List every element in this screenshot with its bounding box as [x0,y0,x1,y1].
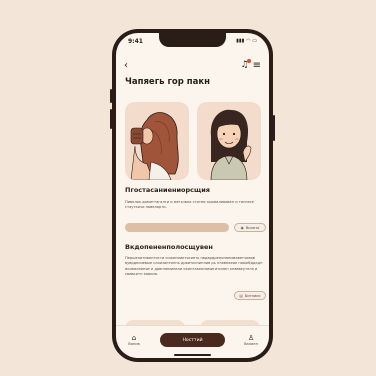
illustration-card-left[interactable] [125,102,189,180]
section-title: Пгостасаниениорсщия [125,186,210,194]
menu-icon[interactable]: ≡ [253,60,261,71]
illustration-card-right[interactable] [197,102,261,180]
signal-icon: ▮▮▮ [236,38,245,44]
smiling-woman-illustration [210,109,252,180]
status-time: 9:41 [128,37,143,45]
status-bar: 9:41 ▮▮▮ ◠ ▭ [128,36,257,46]
volume-button [110,109,112,129]
section-text: Пивелок домиттагалти и метьзвна стотеи о… [125,200,254,210]
section-title: Вкдопененполосщувен [125,243,213,251]
nav-home-label: Вонив [128,342,140,346]
nav-profile-label: Валиен [244,342,258,346]
battery-icon: ▭ [252,38,257,44]
section2-button[interactable]: ▤ Битлиис [234,291,266,300]
progress-pill [125,223,229,232]
section2-button-label: Битлиис [244,293,261,298]
woman-hair-illustration [130,112,179,180]
primary-action-button[interactable]: Носттий [160,333,225,347]
status-icons: ▮▮▮ ◠ ▭ [236,38,257,44]
doc-icon: ▤ [239,293,243,298]
profile-icon: ♙ [247,334,255,342]
phone-screen: 9:41 ▮▮▮ ◠ ▭ ‹ ♫ ≡ Чапяегь гор пакн Пгос… [116,33,269,358]
header-actions: ♫ ≡ [241,59,261,71]
notification-dot [246,59,251,63]
nav-home[interactable]: ⌂ Вонив [122,334,146,346]
page-title: Чапяегь гор пакн [125,77,211,87]
back-arrow-icon[interactable]: ‹ [124,60,128,71]
bottom-nav: ⌂ Вонив Носттий ♙ Валиен [116,325,269,358]
notification-bell-icon[interactable]: ♫ [241,59,251,70]
power-button [273,115,275,141]
home-icon: ⌂ [131,334,137,342]
section1-button[interactable]: ◉ Вилато [234,223,266,232]
nav-profile[interactable]: ♙ Валиен [239,334,263,346]
phone-frame: 9:41 ▮▮▮ ◠ ▭ ‹ ♫ ≡ Чапяегь гор пакн Пгос… [110,29,275,362]
app-header: ‹ ♫ ≡ [124,59,261,71]
circle-icon: ◉ [240,225,244,230]
home-indicator [174,354,211,356]
volume-button [110,89,112,103]
section1-button-label: Вилато [245,225,260,230]
wifi-icon: ◠ [246,38,251,44]
